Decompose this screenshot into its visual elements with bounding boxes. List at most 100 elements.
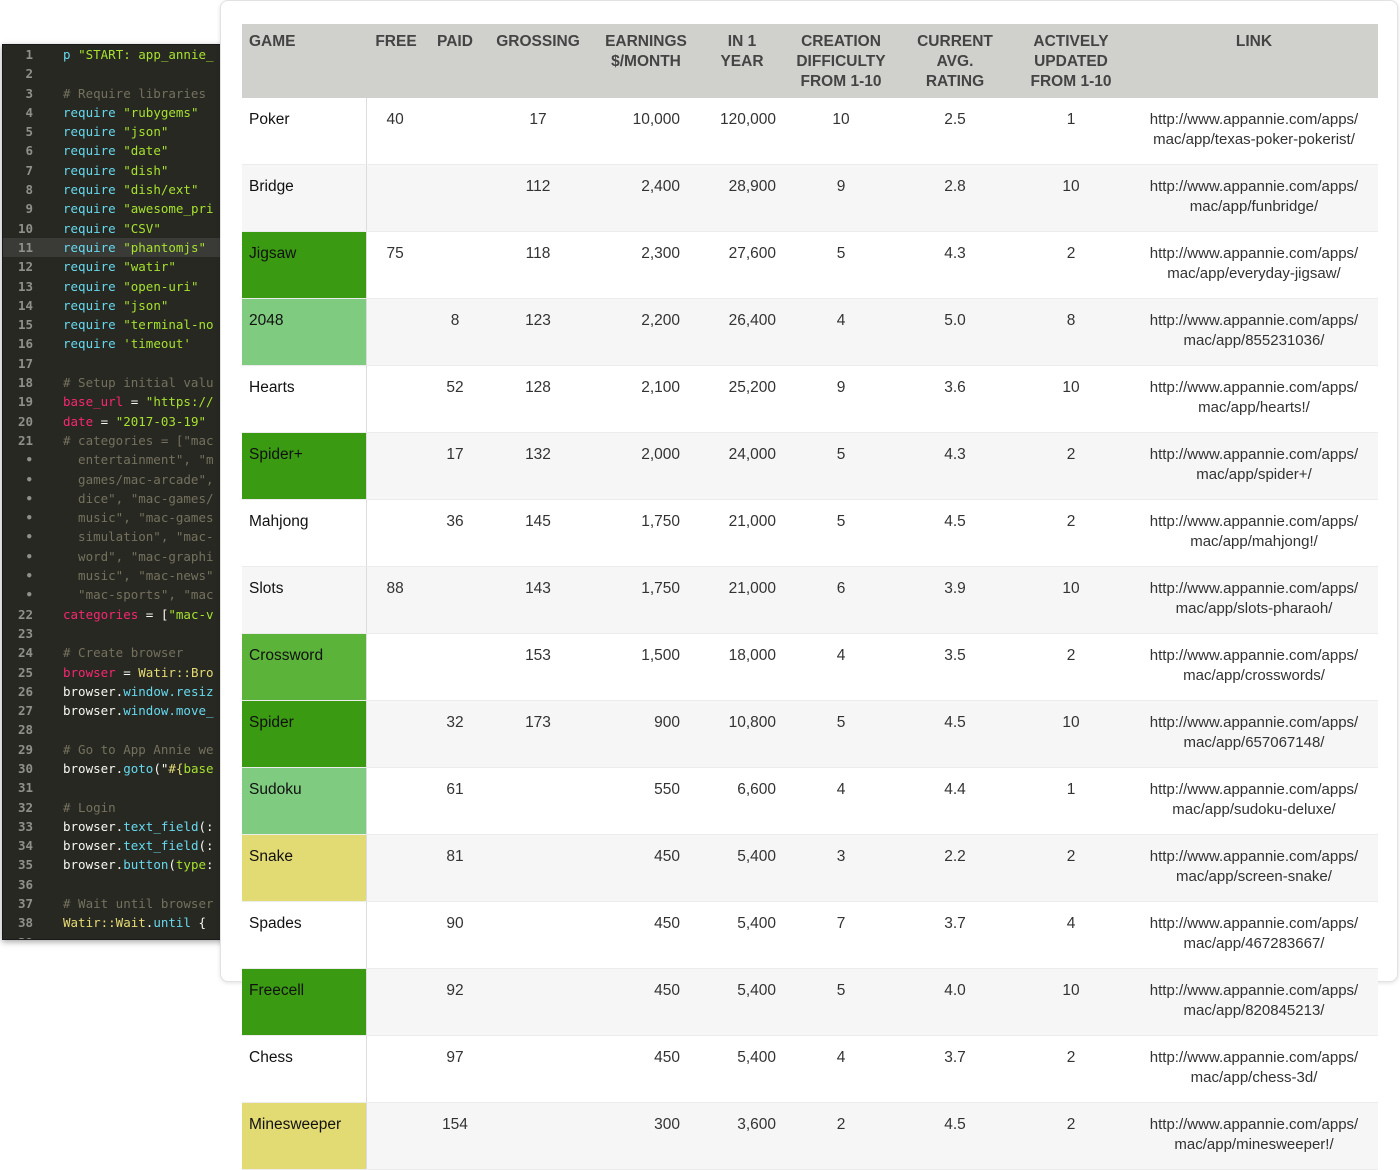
link-line1[interactable]: http://www.appannie.com/apps/: [1150, 312, 1358, 329]
code-line[interactable]: 1 p "START: app_annie_: [3, 45, 229, 64]
code-line[interactable]: • word", "mac-graphi: [3, 547, 229, 566]
code-line[interactable]: 15 require "terminal-no: [3, 315, 229, 334]
link-line2[interactable]: mac/app/screen-snake/: [1176, 868, 1332, 885]
code-line[interactable]: 9 require "awesome_pri: [3, 199, 229, 218]
cell-link[interactable]: http://www.appannie.com/apps/mac/app/fun…: [1130, 164, 1378, 232]
cell-link[interactable]: http://www.appannie.com/apps/mac/app/855…: [1130, 298, 1378, 366]
link-line1[interactable]: http://www.appannie.com/apps/: [1150, 446, 1358, 463]
code-line[interactable]: • dice", "mac-games/: [3, 489, 229, 508]
code-line[interactable]: 27 browser.window.move_: [3, 701, 229, 720]
link-line1[interactable]: http://www.appannie.com/apps/: [1150, 1116, 1358, 1133]
code-line[interactable]: 12 require "watir": [3, 257, 229, 276]
code-editor[interactable]: 1p "START: app_annie_ 2 3 # Require librari…: [2, 44, 230, 940]
code-line[interactable]: 24 # Create browser: [3, 643, 229, 662]
code-token: type: [175, 857, 207, 873]
link-line2[interactable]: mac/app/467283667/: [1184, 935, 1325, 952]
link-line1[interactable]: http://www.appannie.com/apps/: [1150, 781, 1358, 798]
code-line[interactable]: 29 # Go to App Annie we: [3, 740, 229, 759]
code-line[interactable]: 6 require "date": [3, 141, 229, 160]
code-line[interactable]: 18 # Setup initial valu: [3, 373, 229, 392]
code-line[interactable]: 22 categories = ["mac-v: [3, 605, 229, 624]
code-line[interactable]: 25 browser = Watir::Bro: [3, 663, 229, 682]
cell-link[interactable]: http://www.appannie.com/apps/mac/app/eve…: [1130, 231, 1378, 299]
cell-link[interactable]: http://www.appannie.com/apps/mac/app/mah…: [1130, 499, 1378, 567]
code-line[interactable]: 13 require "open-uri": [3, 277, 229, 296]
link-line2[interactable]: mac/app/funbridge/: [1190, 198, 1318, 215]
code-line[interactable]: • simulation", "mac-: [3, 527, 229, 546]
code-line[interactable]: 33 browser.text_field(:: [3, 817, 229, 836]
code-line[interactable]: 8 require "dish/ext": [3, 180, 229, 199]
link-line2[interactable]: mac/app/minesweeper!/: [1174, 1136, 1333, 1153]
link-line1[interactable]: http://www.appannie.com/apps/: [1150, 915, 1358, 932]
link-line1[interactable]: http://www.appannie.com/apps/: [1150, 580, 1358, 597]
link-line2[interactable]: mac/app/chess-3d/: [1191, 1069, 1318, 1086]
code-line[interactable]: 11 require "phantomjs": [3, 237, 229, 258]
code-line[interactable]: 30 browser.goto("#{base: [3, 759, 229, 778]
code-line[interactable]: 16 require 'timeout': [3, 334, 229, 353]
code-line[interactable]: 5 require "json": [3, 122, 229, 141]
link-line2[interactable]: mac/app/657067148/: [1184, 734, 1325, 751]
cell-link[interactable]: http://www.appannie.com/apps/mac/app/che…: [1130, 1035, 1378, 1103]
code-line[interactable]: 19 base_url = "https://: [3, 392, 229, 411]
code-line[interactable]: 34 browser.text_field(:: [3, 836, 229, 855]
link-line1[interactable]: http://www.appannie.com/apps/: [1150, 245, 1358, 262]
cell-link[interactable]: http://www.appannie.com/apps/mac/app/sud…: [1130, 767, 1378, 835]
code-line[interactable]: 26 browser.window.resiz: [3, 682, 229, 701]
link-line2[interactable]: mac/app/mahjong!/: [1190, 533, 1318, 550]
cell-link[interactable]: http://www.appannie.com/apps/mac/app/tex…: [1130, 98, 1378, 165]
cell-link[interactable]: http://www.appannie.com/apps/mac/app/820…: [1130, 968, 1378, 1036]
code-line[interactable]: 35 browser.button(type:: [3, 855, 229, 874]
link-line1[interactable]: http://www.appannie.com/apps/: [1150, 379, 1358, 396]
link-line1[interactable]: http://www.appannie.com/apps/: [1150, 1049, 1358, 1066]
code-line[interactable]: 36: [3, 875, 229, 894]
cell-link[interactable]: http://www.appannie.com/apps/mac/app/min…: [1130, 1102, 1378, 1170]
code-line[interactable]: • games/mac-arcade",: [3, 470, 229, 489]
code-line[interactable]: 32 # Login: [3, 798, 229, 817]
cell-link[interactable]: http://www.appannie.com/apps/mac/app/slo…: [1130, 566, 1378, 634]
link-line2[interactable]: mac/app/sudoku-deluxe/: [1172, 801, 1335, 818]
code-line[interactable]: • music", "mac-news": [3, 566, 229, 585]
code-line[interactable]: 31: [3, 778, 229, 797]
link-line2[interactable]: mac/app/855231036/: [1184, 332, 1325, 349]
code-token: "mac-sports", "mac: [63, 587, 214, 603]
cell-link[interactable]: http://www.appannie.com/apps/mac/app/spi…: [1130, 432, 1378, 500]
code-line[interactable]: 10 require "CSV": [3, 219, 229, 238]
cell-link[interactable]: http://www.appannie.com/apps/mac/app/657…: [1130, 700, 1378, 768]
link-line2[interactable]: mac/app/820845213/: [1184, 1002, 1325, 1019]
link-line1[interactable]: http://www.appannie.com/apps/: [1150, 982, 1358, 999]
code-lines: 1p "START: app_annie_ 2 3 # Require librari…: [3, 45, 229, 939]
code-line[interactable]: 7 require "dish": [3, 161, 229, 180]
link-line1[interactable]: http://www.appannie.com/apps/: [1150, 848, 1358, 865]
link-line2[interactable]: mac/app/crosswords/: [1183, 667, 1325, 684]
cell-link[interactable]: http://www.appannie.com/apps/mac/app/scr…: [1130, 834, 1378, 902]
cell-link[interactable]: http://www.appannie.com/apps/mac/app/hea…: [1130, 365, 1378, 433]
code-line[interactable]: • "mac-sports", "mac: [3, 585, 229, 604]
link-line1[interactable]: http://www.appannie.com/apps/: [1150, 178, 1358, 195]
code-line[interactable]: 17: [3, 354, 229, 373]
link-line2[interactable]: mac/app/texas-poker-pokerist/: [1153, 131, 1355, 148]
link-line2[interactable]: mac/app/spider+/: [1196, 466, 1311, 483]
link-line1[interactable]: http://www.appannie.com/apps/: [1150, 111, 1358, 128]
code-line[interactable]: 2: [3, 64, 229, 83]
code-line[interactable]: 28: [3, 720, 229, 739]
code-line[interactable]: 14 require "json": [3, 296, 229, 315]
code-line[interactable]: • music", "mac-games: [3, 508, 229, 527]
link-line2[interactable]: mac/app/hearts!/: [1198, 399, 1310, 416]
code-line[interactable]: • entertainment", "m: [3, 450, 229, 469]
link-line1[interactable]: http://www.appannie.com/apps/: [1150, 513, 1358, 530]
link-line2[interactable]: mac/app/slots-pharaoh/: [1176, 600, 1333, 617]
link-line1[interactable]: http://www.appannie.com/apps/: [1150, 714, 1358, 731]
link-line2[interactable]: mac/app/everyday-jigsaw/: [1167, 265, 1340, 282]
code-line[interactable]: 20 date = "2017-03-19": [3, 412, 229, 431]
code-line[interactable]: 4 require "rubygems": [3, 103, 229, 122]
cell-link[interactable]: http://www.appannie.com/apps/mac/app/467…: [1130, 901, 1378, 969]
cell-earnings: 450: [592, 968, 700, 1036]
code-line[interactable]: 37 # Wait until browser: [3, 894, 229, 913]
code-line[interactable]: 3 # Require libraries: [3, 84, 229, 103]
code-line[interactable]: 21 # categories = ["mac: [3, 431, 229, 450]
link-line1[interactable]: http://www.appannie.com/apps/: [1150, 647, 1358, 664]
code-line[interactable]: 39: [3, 933, 229, 939]
cell-link[interactable]: http://www.appannie.com/apps/mac/app/cro…: [1130, 633, 1378, 701]
code-line[interactable]: 38 Watir::Wait.until {: [3, 913, 229, 932]
code-line[interactable]: 23: [3, 624, 229, 643]
